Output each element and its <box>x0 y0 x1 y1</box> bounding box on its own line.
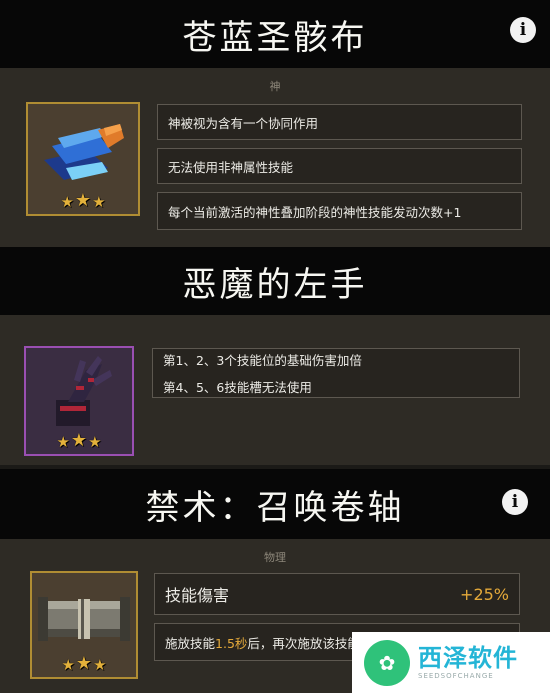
watermark-text: 西泽软件 SEEDSOFCHANGE <box>418 644 518 680</box>
item-card-demon-left-hand: 恶魔的左手 ★ ★ ★ 第1、2、3个技能位的基础伤害加倍 第4、5、6技能槽无… <box>0 247 550 465</box>
cloth-icon <box>44 124 124 180</box>
demon-hand-icon <box>56 356 112 426</box>
effect-line: 第4、5、6技能槽无法使用 <box>163 380 312 395</box>
effect-highlight: 1.5秒 <box>215 635 248 651</box>
item-body: ★ ★ ★ 第1、2、3个技能位的基础伤害加倍 第4、5、6技能槽无法使用 <box>0 315 550 465</box>
item-title-bar: 禁术：召唤卷轴 i <box>0 469 550 539</box>
watermark-name: 西泽软件 <box>418 644 518 673</box>
star-icon: ★ <box>93 656 107 674</box>
star-icon: ★ <box>60 193 74 211</box>
stat-label: 技能傷害 <box>165 586 230 605</box>
effect-row: 无法使用非神属性技能 <box>157 148 522 184</box>
effect-line: 第1、2、3个技能位的基础伤害加倍 <box>163 353 362 368</box>
effect-row: 神被视为含有一个协同作用 <box>157 104 522 140</box>
star-icon: ★ <box>74 190 92 211</box>
effect-suffix: 后，再次施放该技能 <box>247 635 360 651</box>
scroll-icon <box>38 597 130 641</box>
effect-prefix: 施放技能 <box>165 635 216 651</box>
item-title: 苍蓝圣骸布 <box>182 17 368 58</box>
item-title: 禁术：召唤卷轴 <box>145 487 405 528</box>
star-icon: ★ <box>88 433 102 451</box>
watermark: ✿ 西泽软件 SEEDSOFCHANGE <box>352 632 550 693</box>
item-card-azure-shroud: 苍蓝圣骸布 i 神 ★ ★ ★ 神被视为含有一个协同作用 无法使用非神属性技能 … <box>0 0 550 247</box>
star-icon: ★ <box>75 653 93 674</box>
star-icon: ★ <box>70 430 88 451</box>
watermark-sub: SEEDSOFCHANGE <box>418 671 494 680</box>
item-category: 物理 <box>264 551 286 564</box>
watermark-logo-icon: ✿ <box>364 639 410 686</box>
item-title-bar: 苍蓝圣骸布 i <box>0 0 550 68</box>
item-category: 神 <box>269 80 281 93</box>
item-icon-frame: ★ ★ ★ <box>24 346 134 456</box>
item-title: 恶魔的左手 <box>182 264 368 305</box>
stat-row: 技能傷害 +25% <box>154 573 520 615</box>
info-icon[interactable]: i <box>510 17 536 43</box>
effect-box: 第1、2、3个技能位的基础伤害加倍 第4、5、6技能槽无法使用 <box>152 348 520 398</box>
item-icon-frame: ★ ★ ★ <box>30 571 138 679</box>
stat-value: +25% <box>460 584 509 604</box>
item-icon-frame: ★ ★ ★ <box>26 102 140 216</box>
effect-row: 每个当前激活的神性叠加阶段的神性技能发动次数+1 <box>157 192 522 230</box>
rarity-stars: ★ ★ ★ <box>32 653 136 674</box>
star-icon: ★ <box>61 656 75 674</box>
rarity-stars: ★ ★ ★ <box>26 430 132 451</box>
rarity-stars: ★ ★ ★ <box>28 190 138 211</box>
star-icon: ★ <box>56 433 70 451</box>
star-icon: ★ <box>92 193 106 211</box>
info-icon[interactable]: i <box>502 489 528 515</box>
item-body: 神 ★ ★ ★ 神被视为含有一个协同作用 无法使用非神属性技能 每个当前激活的神… <box>0 68 550 247</box>
item-title-bar: 恶魔的左手 <box>0 247 550 315</box>
